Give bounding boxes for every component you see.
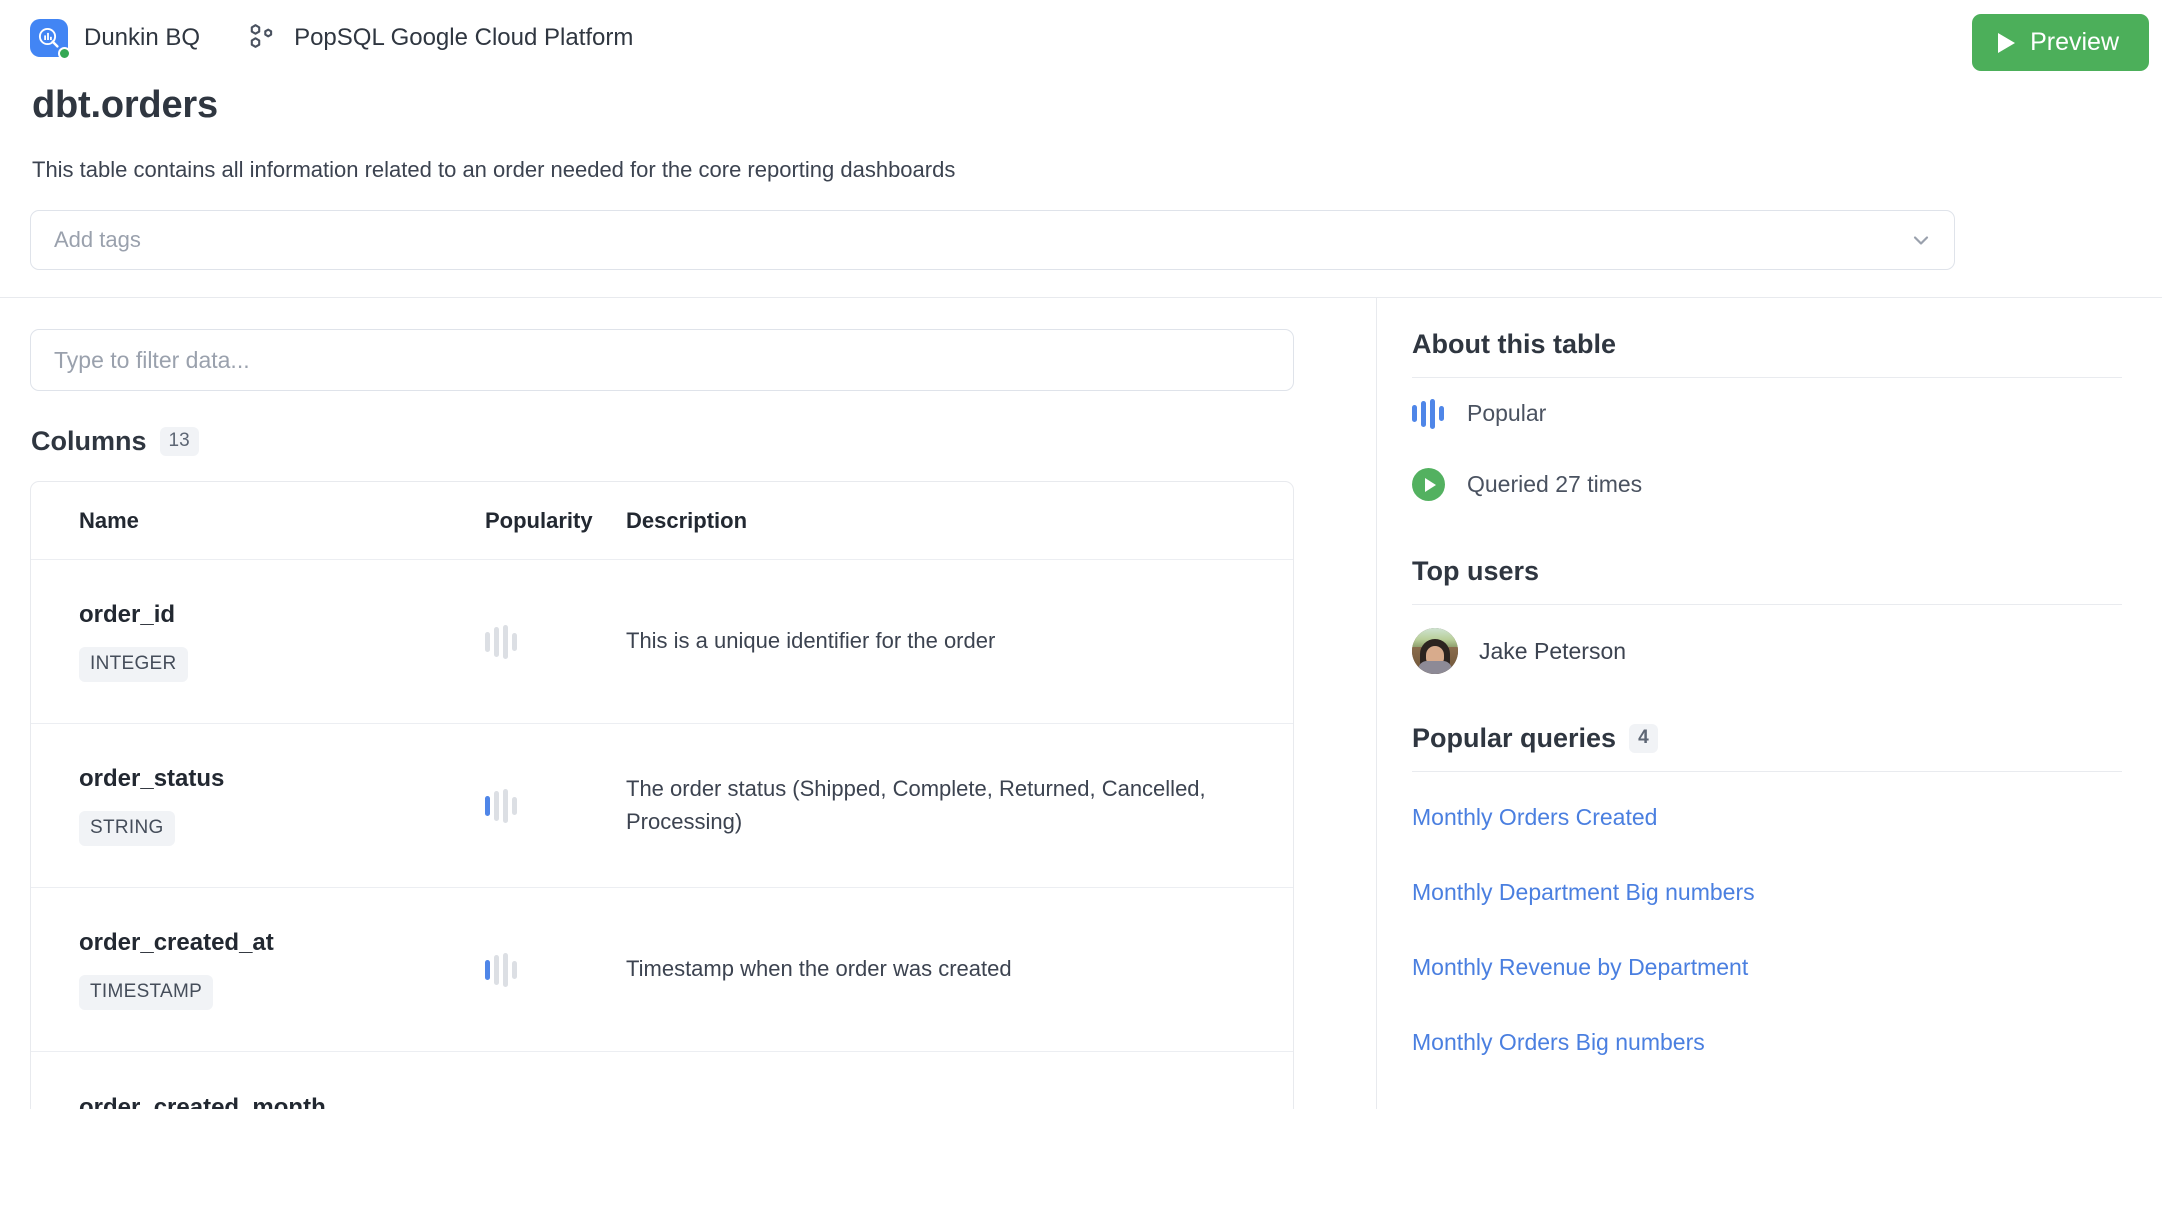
connection-selector[interactable]: Dunkin BQ xyxy=(30,19,201,60)
column-description: The order status (Shipped, Complete, Ret… xyxy=(626,776,1206,834)
about-title-label: About this table xyxy=(1412,329,1616,359)
column-type-badge: INTEGER xyxy=(79,647,188,682)
column-name-cell: order_status STRING xyxy=(31,765,461,846)
preview-button[interactable]: Preview xyxy=(1972,14,2149,71)
play-icon xyxy=(1998,32,2016,53)
connection-status-dot xyxy=(58,47,71,60)
popular-query-link[interactable]: Monthly Revenue by Department xyxy=(1412,931,2122,1006)
play-circle-icon xyxy=(1412,468,1445,501)
popular-query-link[interactable]: Monthly Orders Created xyxy=(1412,772,2122,856)
chevron-down-icon[interactable] xyxy=(1910,229,1932,251)
popularity-bars-icon xyxy=(485,952,517,987)
columns-pane: Type to filter data... Columns 13 Name P… xyxy=(0,298,1377,1109)
column-header-description: Description xyxy=(626,507,748,533)
column-name-cell: order_id INTEGER xyxy=(31,601,461,682)
content-split: Type to filter data... Columns 13 Name P… xyxy=(0,297,2162,1109)
columns-label: Columns xyxy=(31,426,147,456)
table-row[interactable]: order_created_at TIMESTAMP Timestamp whe… xyxy=(31,888,1293,1052)
column-description-cell: This is a unique identifier for the orde… xyxy=(626,625,1293,657)
connection-name: Dunkin BQ xyxy=(84,24,201,51)
popular-queries-title-label: Popular queries xyxy=(1412,723,1617,753)
column-name-cell: order_created_month DATE xyxy=(31,1094,461,1110)
column-type-badge: TIMESTAMP xyxy=(79,975,214,1010)
column-popularity-cell xyxy=(461,788,626,823)
popular-query-link[interactable]: Monthly Department Big numbers xyxy=(1412,856,2122,931)
column-name: order_created_month xyxy=(79,1093,326,1110)
column-popularity-cell xyxy=(461,624,626,659)
top-users-title-label: Top users xyxy=(1412,556,1540,586)
queried-count-label: Queried 27 times xyxy=(1467,471,1643,497)
popularity-bars-icon xyxy=(485,624,517,659)
column-description: Timestamp when the order was created xyxy=(626,956,1012,982)
list-item[interactable]: Jake Peterson xyxy=(1412,605,2122,697)
workspace-selector[interactable]: PopSQL Google Cloud Platform xyxy=(246,21,633,56)
avatar xyxy=(1412,628,1458,674)
top-bar: Dunkin BQ PopSQL Google Cloud Platform P… xyxy=(0,0,2162,76)
add-tags-input[interactable]: Add tags xyxy=(30,210,1955,270)
popular-status-label: Popular xyxy=(1467,400,1547,426)
popular-query-link[interactable]: Monthly Orders Big numbers xyxy=(1412,1006,2122,1081)
about-title: About this table xyxy=(1412,329,2122,378)
column-header-popularity: Popularity xyxy=(485,507,593,533)
user-name: Jake Peterson xyxy=(1479,637,1627,664)
workspace-name: PopSQL Google Cloud Platform xyxy=(294,24,634,51)
columns-heading: Columns 13 xyxy=(31,426,1346,457)
column-description-cell: Timestamp when the order was created xyxy=(626,953,1293,985)
popular-status-row: Popular xyxy=(1412,378,2122,449)
preview-button-label: Preview xyxy=(2030,28,2119,56)
table-row[interactable]: order_status STRING The order status (Sh… xyxy=(31,724,1293,888)
filter-data-placeholder: Type to filter data... xyxy=(54,346,250,373)
popular-queries-title: Popular queries 4 xyxy=(1412,723,2122,772)
top-users-title: Top users xyxy=(1412,556,2122,605)
page-title: dbt.orders xyxy=(32,84,218,126)
column-name: order_created_at xyxy=(79,929,274,956)
columns-table: Name Popularity Description order_id INT… xyxy=(30,481,1294,1109)
table-description: This table contains all information rela… xyxy=(32,157,956,182)
popularity-bars-icon xyxy=(1412,398,1445,429)
popularity-bars-icon xyxy=(485,788,517,823)
column-name: order_status xyxy=(79,765,225,792)
table-header-block: dbt.orders This table contains all infor… xyxy=(0,84,2162,270)
columns-count-badge: 13 xyxy=(159,427,199,456)
queried-count-row: Queried 27 times xyxy=(1412,449,2122,520)
table-header-row: Name Popularity Description xyxy=(31,482,1293,560)
table-row[interactable]: order_created_month DATE The first day o… xyxy=(31,1052,1293,1110)
column-name: order_id xyxy=(79,601,176,628)
table-row[interactable]: order_id INTEGER This is a unique identi… xyxy=(31,560,1293,724)
add-tags-placeholder: Add tags xyxy=(54,227,141,252)
column-description: This is a unique identifier for the orde… xyxy=(626,628,996,654)
column-header-name: Name xyxy=(79,507,139,533)
popular-queries-count-badge: 4 xyxy=(1629,724,1658,753)
bigquery-icon xyxy=(30,19,71,60)
column-popularity-cell xyxy=(461,952,626,987)
column-type-badge: STRING xyxy=(79,811,175,846)
column-description-cell: The order status (Shipped, Complete, Ret… xyxy=(626,773,1293,838)
hexagon-cluster-icon xyxy=(246,21,276,56)
filter-data-input[interactable]: Type to filter data... xyxy=(30,329,1294,391)
column-name-cell: order_created_at TIMESTAMP xyxy=(31,929,461,1010)
about-pane: About this table Popular Queried 27 time… xyxy=(1377,298,2162,1109)
